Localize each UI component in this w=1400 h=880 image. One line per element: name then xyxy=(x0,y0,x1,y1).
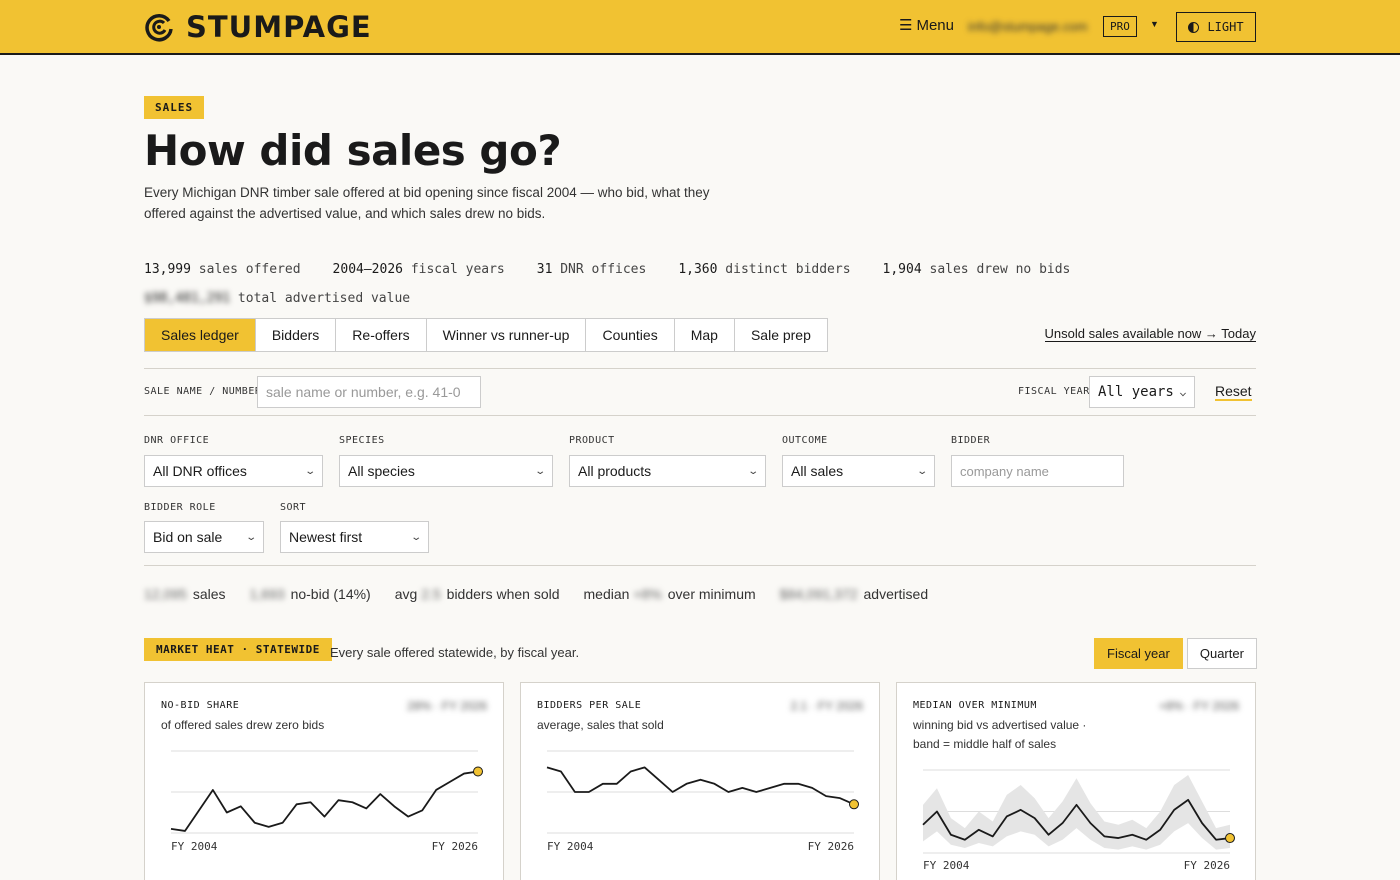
x-tick-label-start: FY 2004 xyxy=(171,840,218,853)
stat-fiscal-years: 2004–2026 fiscal years xyxy=(332,262,505,277)
tab-sale-prep[interactable]: Sale prep xyxy=(735,319,827,351)
species-select[interactable]: All species ⌄ xyxy=(339,455,553,487)
fiscal-year-value: All years xyxy=(1098,384,1174,400)
contrast-icon xyxy=(1188,21,1200,33)
sort-label: SORT xyxy=(280,502,307,513)
interquartile-band xyxy=(923,774,1230,850)
page-description: Every Michigan DNR timber sale offered a… xyxy=(144,185,710,221)
fiscal-year-select[interactable]: All years ⌄ xyxy=(1089,376,1195,408)
divider xyxy=(144,368,1256,369)
divider xyxy=(144,565,1256,566)
sort-value: Newest first xyxy=(289,529,363,545)
dnr-office-value: All DNR offices xyxy=(153,463,247,479)
sale-name-label: SALE NAME / NUMBER xyxy=(144,386,262,397)
outcome-value: All sales xyxy=(791,463,844,479)
section-tag: SALES xyxy=(144,96,205,119)
outcome-select[interactable]: All sales ⌄ xyxy=(782,455,935,487)
chevron-down-icon: ⌄ xyxy=(746,465,759,477)
sale-name-placeholder: sale name or number, e.g. 41-0 xyxy=(266,384,461,400)
chevron-down-icon: ⌄ xyxy=(244,531,257,543)
stat-distinct-bidders: 1,360 distinct bidders xyxy=(678,262,851,277)
user-email[interactable]: info@stumpage.com xyxy=(968,19,1087,34)
brand-logo[interactable]: STUMPAGE xyxy=(144,10,372,44)
market-heat-description: Every sale offered statewide, by fiscal … xyxy=(330,645,580,660)
tab-re-offers[interactable]: Re-offers xyxy=(336,319,427,351)
bidder-role-select[interactable]: Bid on sale ⌄ xyxy=(144,521,264,553)
x-tick-label-start: FY 2004 xyxy=(923,859,970,872)
x-tick-label-start: FY 2004 xyxy=(547,840,594,853)
no-bid-share-chart: FY 2004 FY 2026 xyxy=(170,750,483,853)
chart-card-median-over-minimum: MEDIAN OVER MINIMUM winning bid vs adver… xyxy=(896,682,1256,880)
stat-no-bid-sales: 1,904 sales drew no bids xyxy=(882,262,1071,277)
product-label: PRODUCT xyxy=(569,435,615,446)
tab-counties[interactable]: Counties xyxy=(586,319,675,351)
species-label: SPECIES xyxy=(339,435,385,446)
account-dropdown-caret-icon[interactable]: ▼ xyxy=(1150,19,1159,29)
tab-winner-vs-runner-up[interactable]: Winner vs runner-up xyxy=(427,319,587,351)
chevron-down-icon: ⌄ xyxy=(533,465,546,477)
theme-toggle-button[interactable]: LIGHT xyxy=(1176,12,1256,42)
plan-badge: PRO xyxy=(1103,16,1137,37)
bidder-role-label: BIDDER ROLE xyxy=(144,502,216,513)
latest-point xyxy=(1225,833,1235,844)
summary-no-bid: 1,693 no-bid (14%) xyxy=(249,586,371,602)
chevron-down-icon: ⌄ xyxy=(1178,386,1188,398)
chevron-down-icon: ⌄ xyxy=(303,465,316,477)
sale-name-input[interactable]: sale name or number, e.g. 41-0 xyxy=(257,376,481,408)
summary-advertised: $84,091,372 advertised xyxy=(779,586,929,602)
brand-name: STUMPAGE xyxy=(186,10,372,44)
hamburger-icon: ☰ xyxy=(899,17,913,34)
bidder-role-value: Bid on sale xyxy=(153,529,223,545)
reset-button[interactable]: Reset xyxy=(1215,383,1252,401)
divider xyxy=(144,415,1256,416)
menu-label: Menu xyxy=(916,16,954,34)
summary-median: median +8% over minimum xyxy=(583,586,756,602)
period-fiscal-year-button[interactable]: Fiscal year xyxy=(1094,638,1183,669)
bidders-per-sale-chart: FY 2004 FY 2026 xyxy=(546,750,859,853)
sort-select[interactable]: Newest first ⌄ xyxy=(280,521,429,553)
dnr-office-label: DNR OFFICE xyxy=(144,435,210,446)
page-title: How did sales go? xyxy=(144,126,562,175)
median-over-minimum-chart: FY 2004 FY 2026 xyxy=(922,769,1235,872)
stumpage-logo-icon xyxy=(145,13,173,42)
x-tick-label-end: FY 2026 xyxy=(808,840,854,853)
headline-stats: 13,999 sales offered 2004–2026 fiscal ye… xyxy=(144,255,1070,313)
chevron-down-icon: ⌄ xyxy=(915,465,928,477)
product-select[interactable]: All products ⌄ xyxy=(569,455,766,487)
top-bar: STUMPAGE ☰ Menu info@stumpage.com PRO ▼ … xyxy=(0,0,1400,55)
bidder-placeholder: company name xyxy=(960,463,1049,479)
tab-map[interactable]: Map xyxy=(675,319,735,351)
stat-advertised-total: $98,481,291 total advertised value xyxy=(144,291,411,306)
bidder-input[interactable]: company name xyxy=(951,455,1124,487)
chart-card-no-bid-share: NO-BID SHARE of offered sales drew zero … xyxy=(144,682,504,880)
period-quarter-button[interactable]: Quarter xyxy=(1186,638,1257,669)
fiscal-year-label: FISCAL YEAR xyxy=(1018,386,1090,397)
chevron-down-icon: ⌄ xyxy=(409,531,422,543)
results-summary: 12,095 sales 1,693 no-bid (14%) avg 2.5 bid… xyxy=(144,586,928,602)
menu-button[interactable]: ☰ Menu xyxy=(899,16,954,35)
stat-sales-offered: 13,999 sales offered xyxy=(144,262,301,277)
outcome-label: OUTCOME xyxy=(782,435,828,446)
chart-card-bidders-per-sale: BIDDERS PER SALE average, sales that sol… xyxy=(520,682,880,880)
summary-avg-bidders: avg 2.5 bidders when sold xyxy=(394,586,560,602)
latest-point xyxy=(473,766,483,777)
summary-sales: 12,095 sales xyxy=(144,586,226,602)
tab-sales-ledger[interactable]: Sales ledger xyxy=(145,319,256,351)
period-toggle: Fiscal year Quarter xyxy=(1094,638,1257,669)
dnr-office-select[interactable]: All DNR offices ⌄ xyxy=(144,455,323,487)
series-line xyxy=(170,770,479,832)
tab-bidders[interactable]: Bidders xyxy=(256,319,337,351)
x-tick-label-end: FY 2026 xyxy=(1184,859,1230,872)
bidder-label: BIDDER xyxy=(951,435,991,446)
stat-dnr-offices: 31 DNR offices xyxy=(536,262,647,277)
product-value: All products xyxy=(578,463,652,479)
x-tick-label-end: FY 2026 xyxy=(432,840,478,853)
view-tabs: Sales ledger Bidders Re-offers Winner vs… xyxy=(144,318,828,352)
species-value: All species xyxy=(348,463,415,479)
unsold-sales-link[interactable]: Unsold sales available now → Today xyxy=(1044,326,1256,342)
series-line xyxy=(546,766,855,806)
market-heat-tag: MARKET HEAT · STATEWIDE xyxy=(144,638,332,661)
theme-label: LIGHT xyxy=(1207,20,1244,34)
latest-point xyxy=(849,799,859,810)
